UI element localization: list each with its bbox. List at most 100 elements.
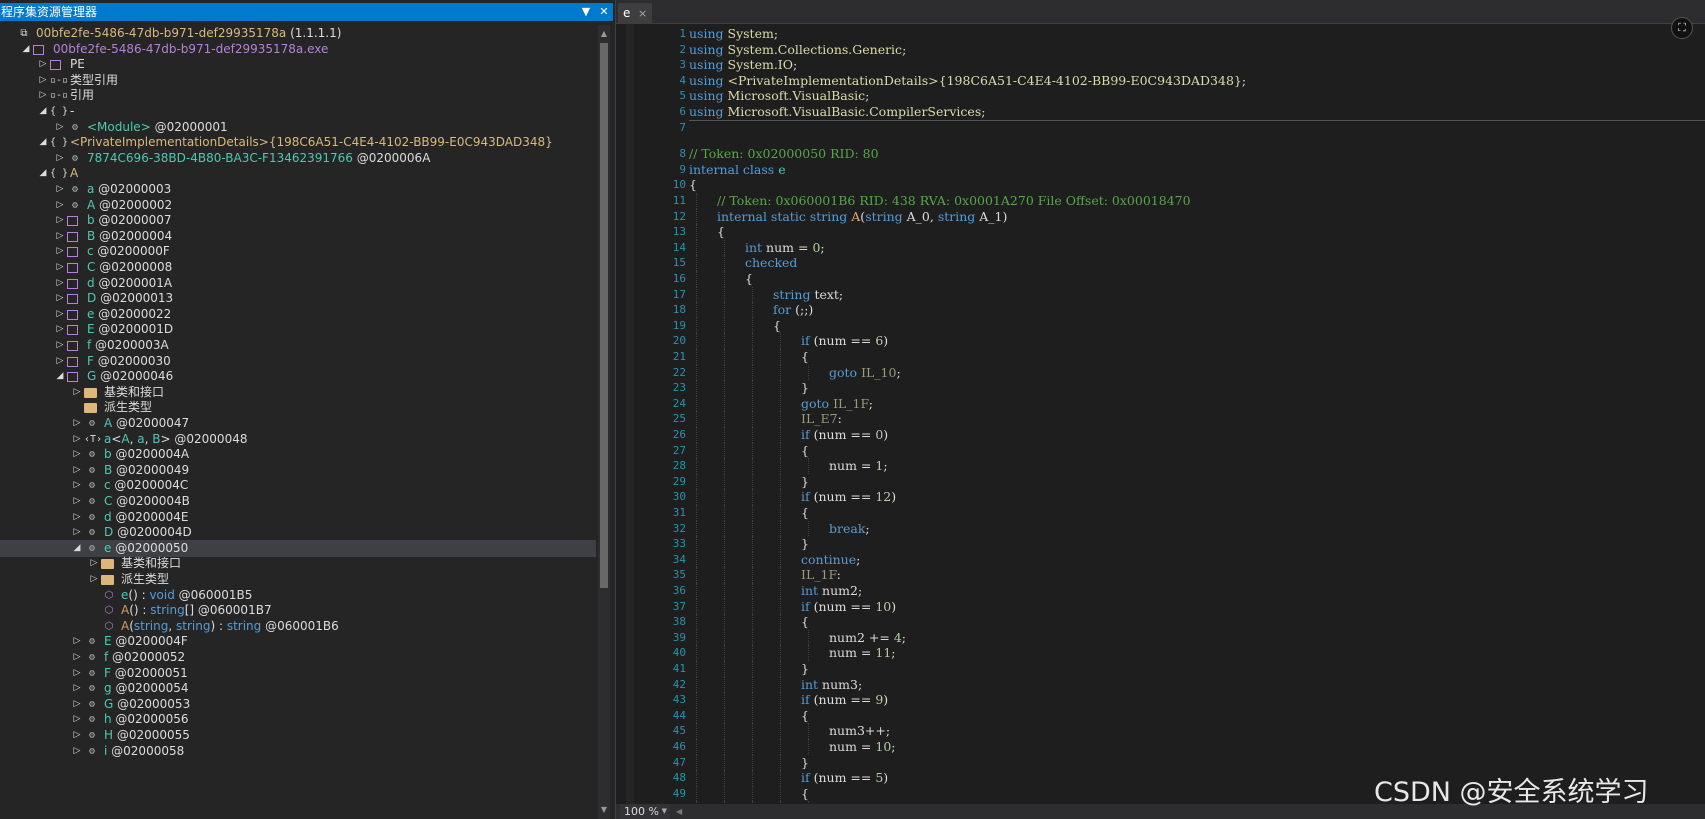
fullscreen-icon[interactable]: ⛶ bbox=[1671, 17, 1693, 39]
collapsed-arrow-icon[interactable]: ▷ bbox=[55, 353, 65, 370]
zoom-select[interactable]: 100 % ▼ bbox=[620, 804, 670, 819]
tree-node[interactable]: ▷ ⚙ C @0200004B bbox=[0, 493, 596, 510]
collapsed-arrow-icon[interactable]: ▷ bbox=[72, 649, 82, 666]
collapsed-arrow-icon[interactable]: ▷ bbox=[72, 727, 82, 744]
tree-node[interactable]: ▷ F @02000030 bbox=[0, 353, 596, 370]
expanded-arrow-icon[interactable]: ◢ bbox=[38, 134, 48, 151]
tree-node[interactable]: ⬡ e() : void @060001B5 bbox=[0, 587, 596, 604]
tree-node[interactable]: ▷ ⚙ 7874C696-38BD-4B80-BA3C-F13462391766 @… bbox=[0, 150, 596, 167]
tree-node[interactable]: 派生类型 bbox=[0, 399, 596, 416]
tree-node[interactable]: ▷ ⚙ f @02000052 bbox=[0, 649, 596, 666]
expanded-arrow-icon[interactable]: ◢ bbox=[55, 368, 65, 385]
collapsed-arrow-icon[interactable]: ▷ bbox=[55, 243, 65, 260]
collapsed-arrow-icon[interactable]: ▷ bbox=[38, 72, 48, 89]
tree-node[interactable]: ▷ d @0200001A bbox=[0, 275, 596, 292]
tree-node[interactable]: ▷ ⚙ <Module> @02000001 bbox=[0, 119, 596, 136]
tree-node[interactable]: ▷ ⚙ A @02000002 bbox=[0, 197, 596, 214]
expanded-arrow-icon[interactable]: ◢ bbox=[21, 41, 31, 58]
collapsed-arrow-icon[interactable]: ▷ bbox=[55, 337, 65, 354]
scroll-up-icon[interactable]: ▲ bbox=[598, 27, 610, 41]
tree-node[interactable]: ▷ e @02000022 bbox=[0, 306, 596, 323]
tree-node[interactable]: ◢ G @02000046 bbox=[0, 368, 596, 385]
tree-node[interactable]: ◢ 00bfe2fe-5486-47db-b971-def29935178a.ex… bbox=[0, 41, 596, 58]
tree-node[interactable]: ▷ ▫-▫ 引用 bbox=[0, 87, 596, 104]
tree-scrollbar[interactable]: ▲ ▼ bbox=[598, 25, 610, 819]
tree-node[interactable]: ▷ ⚙ i @02000058 bbox=[0, 743, 596, 760]
tree-node[interactable]: ▷ ⚙ E @0200004F bbox=[0, 633, 596, 650]
tree-node[interactable]: ▷ ⚙ h @02000056 bbox=[0, 711, 596, 728]
scroll-down-icon[interactable]: ▼ bbox=[598, 803, 610, 817]
collapsed-arrow-icon[interactable]: ▷ bbox=[55, 212, 65, 229]
collapsed-arrow-icon[interactable]: ▷ bbox=[89, 571, 99, 588]
tree-node[interactable]: ▷ f @0200003A bbox=[0, 337, 596, 354]
tab-e[interactable]: e × bbox=[618, 3, 652, 24]
collapsed-arrow-icon[interactable]: ▷ bbox=[72, 665, 82, 682]
tree-node[interactable]: ▷ 基类和接口 bbox=[0, 384, 596, 401]
collapsed-arrow-icon[interactable]: ▷ bbox=[72, 711, 82, 728]
scroll-left-icon[interactable]: ◀ bbox=[676, 807, 682, 816]
code-editor[interactable]: 1 using System; 2 using System.Collections.… bbox=[616, 24, 1705, 804]
collapsed-arrow-icon[interactable]: ▷ bbox=[72, 743, 82, 760]
close-icon[interactable]: ✕ bbox=[596, 3, 612, 21]
collapsed-arrow-icon[interactable]: ▷ bbox=[55, 259, 65, 276]
collapsed-arrow-icon[interactable]: ▷ bbox=[72, 696, 82, 713]
tree-node[interactable]: ▷ B @02000004 bbox=[0, 228, 596, 245]
tree-node[interactable]: ◢{ } A bbox=[0, 165, 596, 182]
collapsed-arrow-icon[interactable]: ▷ bbox=[72, 446, 82, 463]
collapsed-arrow-icon[interactable]: ▷ bbox=[72, 431, 82, 448]
collapsed-arrow-icon[interactable]: ▷ bbox=[55, 290, 65, 307]
tree-node[interactable]: ▷ D @02000013 bbox=[0, 290, 596, 307]
collapsed-arrow-icon[interactable]: ▷ bbox=[55, 275, 65, 292]
collapsed-arrow-icon[interactable]: ▷ bbox=[55, 181, 65, 198]
collapsed-arrow-icon[interactable]: ▷ bbox=[55, 119, 65, 136]
tree-node[interactable]: ▷ 基类和接口 bbox=[0, 555, 596, 572]
collapsed-arrow-icon[interactable]: ▷ bbox=[72, 680, 82, 697]
expanded-arrow-icon[interactable]: ◢ bbox=[38, 103, 48, 120]
tree-node[interactable]: ◢ ⚙ e @02000050 bbox=[0, 539, 596, 557]
tree-node[interactable]: ◢{ } - bbox=[0, 103, 596, 120]
collapsed-arrow-icon[interactable]: ▷ bbox=[72, 633, 82, 650]
collapsed-arrow-icon[interactable]: ▷ bbox=[72, 524, 82, 541]
expanded-arrow-icon[interactable]: ◢ bbox=[38, 165, 48, 182]
collapsed-arrow-icon[interactable]: ▷ bbox=[38, 87, 48, 104]
collapsed-arrow-icon[interactable]: ▷ bbox=[55, 228, 65, 245]
collapsed-arrow-icon[interactable]: ▷ bbox=[89, 555, 99, 572]
tree-node[interactable]: ▷ ⚙ B @02000049 bbox=[0, 462, 596, 479]
tree-node[interactable]: ▷ b @02000007 bbox=[0, 212, 596, 229]
collapsed-arrow-icon[interactable]: ▷ bbox=[72, 493, 82, 510]
tree-node[interactable]: ▷ ⚙ b @0200004A bbox=[0, 446, 596, 463]
collapsed-arrow-icon[interactable]: ▷ bbox=[55, 306, 65, 323]
chevron-down-icon[interactable]: ▼ bbox=[578, 3, 594, 21]
tree-node[interactable]: ▷ ⚙ F @02000051 bbox=[0, 665, 596, 682]
tree-node[interactable]: ▷ ⚙ A @02000047 bbox=[0, 415, 596, 432]
tree-node[interactable]: ▷ ⚙ G @02000053 bbox=[0, 696, 596, 713]
scrollbar-thumb[interactable] bbox=[600, 43, 608, 588]
tab-close-icon[interactable]: × bbox=[638, 3, 647, 24]
tree-node[interactable]: ▷ ▫-▫ 类型引用 bbox=[0, 72, 596, 89]
collapsed-arrow-icon[interactable]: ▷ bbox=[72, 509, 82, 526]
collapsed-arrow-icon[interactable]: ▷ bbox=[38, 56, 48, 73]
tree-node[interactable]: ▷ C @02000008 bbox=[0, 259, 596, 276]
tree-node[interactable]: ▷ ⚙ c @0200004C bbox=[0, 477, 596, 494]
tree-node[interactable]: ▷ ⚙ D @0200004D bbox=[0, 524, 596, 541]
tree-node[interactable]: ▷ E @0200001D bbox=[0, 321, 596, 338]
tree-node[interactable]: ⬡ A(string, string) : string @060001B6 bbox=[0, 618, 596, 635]
tree-node[interactable]: ▷ ⚙ d @0200004E bbox=[0, 509, 596, 526]
tree-node[interactable]: ▷ ‹T› a<A, a, B> @02000048 bbox=[0, 431, 596, 448]
collapsed-arrow-icon[interactable]: ▷ bbox=[55, 197, 65, 214]
tree-node[interactable]: ⬡ A() : string[] @060001B7 bbox=[0, 602, 596, 619]
collapsed-arrow-icon[interactable]: ▷ bbox=[72, 384, 82, 401]
tree-node[interactable]: ▷ 派生类型 bbox=[0, 571, 596, 588]
tree-node[interactable]: ⧉ 00bfe2fe-5486-47db-b971-def29935178a (1… bbox=[0, 25, 596, 42]
collapsed-arrow-icon[interactable]: ▷ bbox=[72, 477, 82, 494]
collapsed-arrow-icon[interactable]: ▷ bbox=[72, 462, 82, 479]
tree-node[interactable]: ▷ PE bbox=[0, 56, 596, 73]
collapsed-arrow-icon[interactable]: ▷ bbox=[55, 321, 65, 338]
collapsed-arrow-icon[interactable]: ▷ bbox=[72, 415, 82, 432]
collapsed-arrow-icon[interactable]: ▷ bbox=[55, 150, 65, 167]
tree-node[interactable]: ▷ ⚙ H @02000055 bbox=[0, 727, 596, 744]
tree-node[interactable]: ▷ ⚙ g @02000054 bbox=[0, 680, 596, 697]
tree-node[interactable]: ▷ c @0200000F bbox=[0, 243, 596, 260]
tree-node[interactable]: ◢{ } <PrivateImplementationDetails>{198C6… bbox=[0, 134, 596, 151]
expanded-arrow-icon[interactable]: ◢ bbox=[72, 540, 82, 557]
